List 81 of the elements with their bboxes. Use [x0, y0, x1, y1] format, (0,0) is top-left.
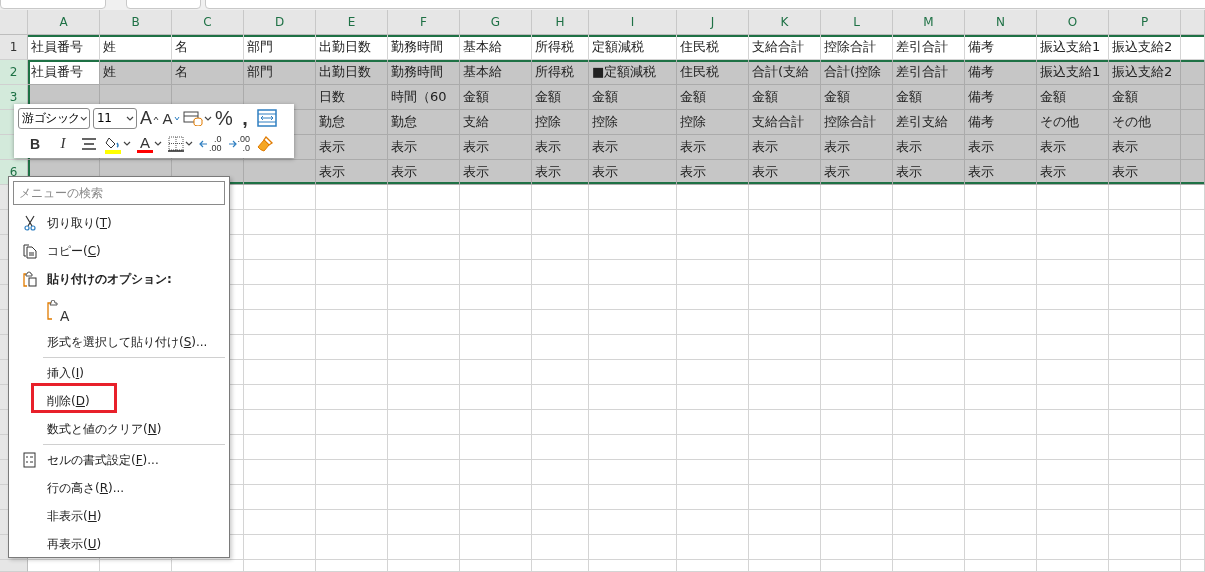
table-cell: 金額: [677, 85, 749, 110]
table-cell: 表示: [1109, 160, 1181, 185]
table-cell: 時間（60: [388, 85, 460, 110]
table-cell: 表示: [965, 135, 1037, 160]
table-cell: 表示: [677, 160, 749, 185]
table-cell: 備考: [965, 110, 1037, 135]
table-cell: 金額: [532, 85, 589, 110]
table-cell: 控除: [532, 110, 589, 135]
table-cell: 控除合計: [821, 35, 893, 60]
table-cell: 振込支給2: [1109, 35, 1181, 60]
table-cell: 支給合計: [749, 110, 821, 135]
table-cell: 日数: [316, 85, 388, 110]
table-cell: 振込支給1: [1037, 60, 1109, 85]
table-cell: 合計(支給: [749, 60, 821, 85]
table-cell: 姓: [100, 35, 172, 60]
section-heading: 貼り付けのオプション:: [47, 270, 172, 288]
table-cell: ■定額減税: [589, 60, 677, 85]
table-cell: 勤務時間: [388, 60, 460, 85]
table-cell: 名: [172, 35, 244, 60]
table-cell: 勤怠: [316, 110, 388, 135]
table-cell: 表示: [460, 135, 532, 160]
table-cell: 備考: [965, 60, 1037, 85]
table-cell: 表示: [893, 160, 965, 185]
table-cell: 表示: [460, 160, 532, 185]
table-cell: 支給: [460, 110, 532, 135]
table-cell: 表示: [388, 135, 460, 160]
table-cell: 表示: [316, 160, 388, 185]
table-cell: 合計(控除: [821, 60, 893, 85]
table-cell: 金額: [1109, 85, 1181, 110]
table-cell: 表示: [589, 160, 677, 185]
table-cell: 出勤日数: [316, 60, 388, 85]
table-cell: 所得税: [532, 35, 589, 60]
table-cell: 表示: [821, 160, 893, 185]
table-cell: 表示: [893, 135, 965, 160]
table-cell: 勤務時間: [388, 35, 460, 60]
table-cell: 部門: [244, 35, 316, 60]
table-cell: 表示: [532, 160, 589, 185]
table-cell: 出勤日数: [316, 35, 388, 60]
table-cell: 支給合計: [749, 35, 821, 60]
table-cell: 金額: [589, 85, 677, 110]
table-cell: 差引合計: [893, 60, 965, 85]
table-cell: 部門: [244, 60, 316, 85]
table-cell: 控除合計: [821, 110, 893, 135]
table-cell: 表示: [589, 135, 677, 160]
table-cell: 社員番号: [28, 60, 100, 85]
table-cell: 控除: [677, 110, 749, 135]
table-cell: 差引合計: [893, 35, 965, 60]
table-cell: 金額: [460, 85, 532, 110]
table-cell: 表示: [1037, 160, 1109, 185]
table-cell: 住民税: [677, 60, 749, 85]
table-cell: 所得税: [532, 60, 589, 85]
table-cell: 金額: [1037, 85, 1109, 110]
table-cell: 表示: [749, 135, 821, 160]
table-cell: 基本給: [460, 60, 532, 85]
table-cell: 金額: [893, 85, 965, 110]
table-cell: その他: [1037, 110, 1109, 135]
table-cell: 金額: [821, 85, 893, 110]
table-cell: 表示: [677, 135, 749, 160]
table-cell: 振込支給2: [1109, 60, 1181, 85]
table-cell: 振込支給1: [1037, 35, 1109, 60]
table-cell: 表示: [821, 135, 893, 160]
table-cell: 表示: [749, 160, 821, 185]
table-cell: 金額: [749, 85, 821, 110]
table-cell: 勤怠: [388, 110, 460, 135]
table-cell: 差引支給: [893, 110, 965, 135]
table-cell: 基本給: [460, 35, 532, 60]
table-cell: 名: [172, 60, 244, 85]
table-cell: 表示: [532, 135, 589, 160]
table-cell: 表示: [965, 160, 1037, 185]
table-cell: 表示: [1037, 135, 1109, 160]
table-cell: 姓: [100, 60, 172, 85]
table-cell: 表示: [388, 160, 460, 185]
table-cell: 表示: [1109, 135, 1181, 160]
table-cell: 表示: [316, 135, 388, 160]
table-cell: 控除: [589, 110, 677, 135]
table-cell: 定額減税: [589, 35, 677, 60]
table-cell: 社員番号: [28, 35, 100, 60]
table-cell: 備考: [965, 85, 1037, 110]
table-cell: その他: [1109, 110, 1181, 135]
table-cell: 住民税: [677, 35, 749, 60]
table-cell: 備考: [965, 35, 1037, 60]
